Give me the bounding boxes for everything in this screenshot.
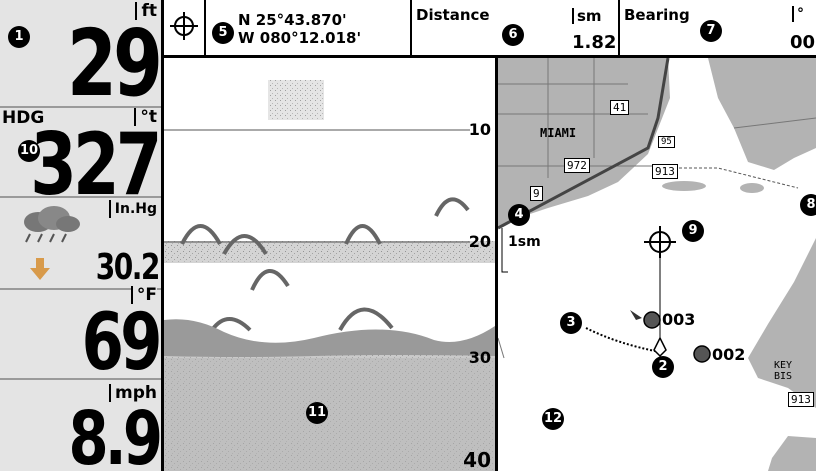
depth-value: 29 <box>66 10 161 117</box>
water-temp-readout: °F 69 <box>0 286 161 382</box>
place-label: KEY BIS <box>774 360 793 382</box>
water-temp-value: 69 <box>82 298 161 388</box>
distance-label: Distance <box>416 6 490 24</box>
pressure-value: 30.2 <box>95 247 161 288</box>
crosshair-icon <box>170 12 198 40</box>
bearing-value: 00 <box>790 32 816 53</box>
city-label: MIAMI <box>540 126 577 140</box>
nav-bar: 5 N 25°43.870' W 080°12.018' Distance 6 … <box>164 0 816 58</box>
callout-12: 12 <box>542 408 564 430</box>
cloud-rain-icon <box>24 206 80 243</box>
callout-11: 11 <box>306 402 328 424</box>
waypoint-label: 002 <box>712 345 746 364</box>
depth-scale-label: 10 <box>468 120 491 139</box>
pressure-readout: In.Hg 30.2 <box>0 198 161 290</box>
depth-scale-label: 30 <box>468 348 491 367</box>
divider <box>410 0 412 56</box>
divider <box>204 0 206 56</box>
distance-value: 1.82 <box>572 32 617 53</box>
distance-unit: sm <box>572 8 602 24</box>
scale-label: 1sm <box>508 234 541 250</box>
sonar-view: 10 20 30 40 11 <box>164 58 498 471</box>
longitude: W 080°12.018' <box>238 29 362 47</box>
road-shield: 913 <box>788 392 814 407</box>
callout-3: 3 <box>560 312 582 334</box>
callout-7: 7 <box>700 20 722 42</box>
chart-view: 41 95 972 913 9 913 MIAMI 1sm KEY BIS 00… <box>498 58 816 471</box>
arrow-down-icon <box>30 258 50 280</box>
callout-1: 1 <box>8 26 30 48</box>
road-shield: 913 <box>652 164 678 179</box>
depth-readout: ft 1 29 <box>0 0 161 110</box>
depth-scale-label: 20 <box>468 232 491 251</box>
callout-4: 4 <box>508 204 530 226</box>
road-shield: 95 <box>658 136 675 148</box>
readout-panel: ft 1 29 HDG °t 10 327 In.Hg 30.2 °F 69 m… <box>0 0 164 471</box>
pressure-unit: In.Hg <box>108 200 157 218</box>
latitude: N 25°43.870' <box>238 11 347 29</box>
callout-2: 2 <box>652 356 674 378</box>
depth-scale-label: 40 <box>463 448 491 471</box>
sonar-graph <box>164 80 495 471</box>
callout-9: 9 <box>682 220 704 242</box>
road-shield: 972 <box>564 158 590 173</box>
divider <box>618 0 620 56</box>
callout-8: 8 <box>800 194 816 216</box>
callout-6: 6 <box>502 24 524 46</box>
speed-readout: mph 8.9 <box>0 380 161 471</box>
callout-5: 5 <box>212 22 234 44</box>
road-shield: 41 <box>610 100 630 115</box>
heading-readout: HDG °t 10 327 <box>0 108 161 208</box>
bearing-label: Bearing <box>624 6 690 24</box>
waypoint-label: 003 <box>662 310 696 329</box>
bearing-unit: ° <box>792 6 804 22</box>
road-shield: 9 <box>530 186 543 201</box>
speed-value: 8.9 <box>68 396 161 471</box>
